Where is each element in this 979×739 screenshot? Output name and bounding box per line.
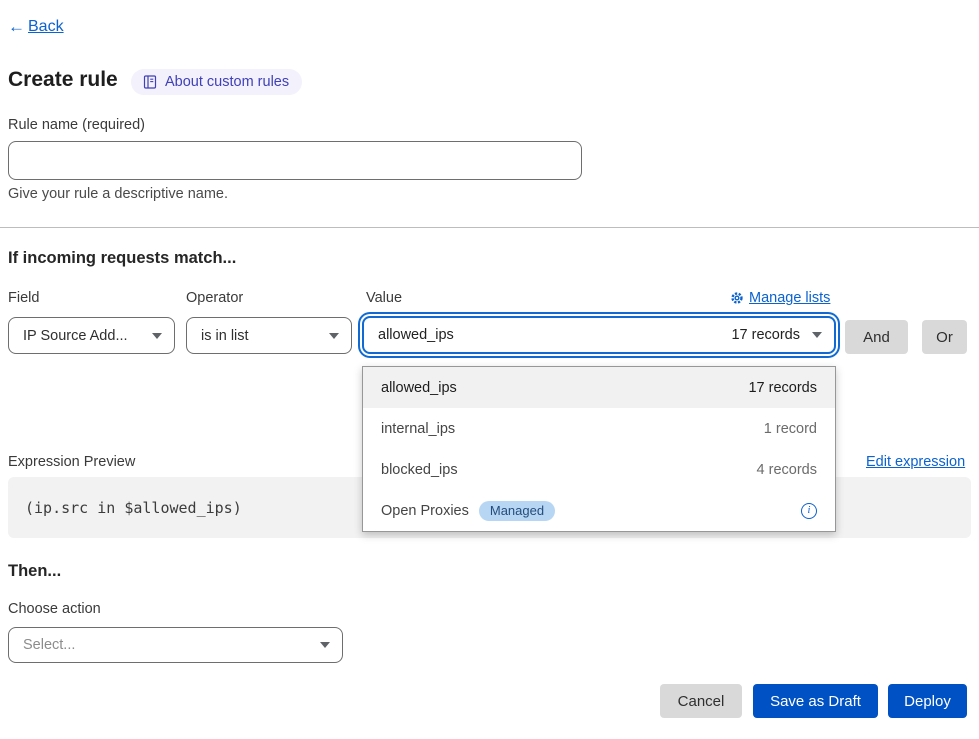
back-link[interactable]: ← Back bbox=[8, 17, 64, 37]
rule-name-input[interactable] bbox=[8, 141, 582, 180]
rule-name-helper-text: Give your rule a descriptive name. bbox=[8, 186, 228, 202]
list-option-name: Open Proxies bbox=[381, 503, 469, 519]
list-option-name: allowed_ips bbox=[381, 380, 457, 396]
list-option-open-proxies[interactable]: Open Proxies Managed i bbox=[363, 490, 835, 531]
manage-lists-link[interactable]: Manage lists bbox=[730, 290, 830, 306]
choose-action-label: Choose action bbox=[8, 601, 101, 617]
rule-name-label: Rule name (required) bbox=[8, 117, 145, 133]
operator-select-value: is in list bbox=[201, 328, 249, 344]
info-icon[interactable]: i bbox=[801, 503, 817, 519]
list-option-name: internal_ips bbox=[381, 421, 455, 437]
expression-preview-label: Expression Preview bbox=[8, 454, 135, 470]
chevron-down-icon bbox=[329, 333, 339, 339]
chevron-down-icon bbox=[152, 333, 162, 339]
back-arrow-icon: ← bbox=[8, 17, 25, 37]
cancel-button[interactable]: Cancel bbox=[660, 684, 742, 718]
page-title: Create rule bbox=[8, 68, 118, 92]
list-option-internal-ips[interactable]: internal_ips 1 record bbox=[363, 408, 835, 449]
match-section-heading: If incoming requests match... bbox=[8, 249, 236, 268]
action-select-placeholder: Select... bbox=[23, 637, 75, 653]
back-link-label: Back bbox=[28, 18, 64, 36]
save-as-draft-button[interactable]: Save as Draft bbox=[753, 684, 878, 718]
edit-expression-link[interactable]: Edit expression bbox=[866, 454, 965, 470]
field-select[interactable]: IP Source Add... bbox=[8, 317, 175, 354]
create-rule-page: ← Back Create rule About custom rules Ru… bbox=[0, 0, 979, 739]
value-select-record-count: 17 records bbox=[731, 327, 800, 343]
list-option-blocked-ips[interactable]: blocked_ips 4 records bbox=[363, 449, 835, 490]
then-section-heading: Then... bbox=[8, 562, 61, 581]
deploy-button[interactable]: Deploy bbox=[888, 684, 967, 718]
value-dropdown-menu: allowed_ips 17 records internal_ips 1 re… bbox=[362, 366, 836, 532]
expression-code: (ip.src in $allowed_ips) bbox=[25, 499, 242, 517]
manage-lists-label: Manage lists bbox=[749, 290, 830, 306]
section-divider bbox=[0, 227, 979, 228]
chevron-down-icon bbox=[320, 642, 330, 648]
chevron-down-icon bbox=[812, 332, 822, 338]
action-select[interactable]: Select... bbox=[8, 627, 343, 663]
field-select-value: IP Source Add... bbox=[23, 328, 128, 344]
list-option-allowed-ips[interactable]: allowed_ips 17 records bbox=[363, 367, 835, 408]
about-custom-rules-link[interactable]: About custom rules bbox=[131, 69, 302, 95]
value-select-name: allowed_ips bbox=[378, 327, 454, 343]
managed-badge: Managed bbox=[479, 501, 555, 521]
list-option-record-count: 4 records bbox=[757, 462, 817, 478]
list-option-name: blocked_ips bbox=[381, 462, 458, 478]
field-column-label: Field bbox=[8, 290, 39, 306]
or-button[interactable]: Or bbox=[922, 320, 967, 354]
list-option-record-count: 17 records bbox=[748, 380, 817, 396]
about-badge-label: About custom rules bbox=[165, 74, 289, 90]
list-option-record-count: 1 record bbox=[764, 421, 817, 437]
operator-select[interactable]: is in list bbox=[186, 317, 352, 354]
value-column-label: Value bbox=[366, 290, 402, 306]
gear-icon bbox=[730, 291, 744, 305]
operator-column-label: Operator bbox=[186, 290, 243, 306]
book-icon bbox=[142, 74, 158, 90]
value-select[interactable]: allowed_ips 17 records bbox=[362, 316, 836, 354]
and-button[interactable]: And bbox=[845, 320, 908, 354]
